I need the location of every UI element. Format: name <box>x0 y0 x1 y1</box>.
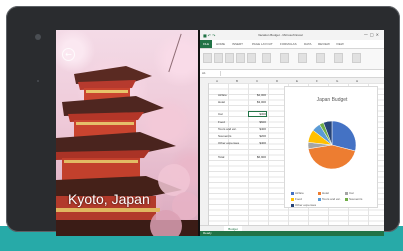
tab-view[interactable]: VIEW <box>336 42 344 46</box>
budget-value-cell[interactable]: $200 <box>248 134 266 138</box>
chart-legend: Airfare Hotel Car Food Tours and etc. Souveni… <box>291 191 375 209</box>
front-camera <box>35 34 41 40</box>
pie-chart[interactable]: Japan Budget Airfare Hotel CarFood Tours an… <box>284 86 378 208</box>
tab-insert[interactable]: INSERT <box>232 42 243 46</box>
bold-button[interactable] <box>236 53 245 63</box>
legend-label: Car <box>349 191 354 195</box>
tab-formulas[interactable]: FORMULAS <box>280 42 297 46</box>
number-format-button[interactable] <box>262 53 271 63</box>
tab-data[interactable]: DATA <box>304 42 312 46</box>
window-title: Vacation Budget - Microsoft Excel <box>258 33 303 37</box>
budget-label-cell[interactable]: Tours and etc. <box>218 127 237 131</box>
legend-swatch <box>291 203 294 207</box>
budget-label-cell[interactable]: Hotel <box>218 100 225 104</box>
tab-page-layout[interactable]: PAGE LAYOUT <box>252 42 273 46</box>
budget-label-cell[interactable]: Other expenses <box>218 141 239 145</box>
back-arrow-icon[interactable]: ← <box>62 48 75 61</box>
budget-label-cell[interactable]: Food <box>218 120 225 124</box>
legend-label: Airfare <box>295 191 304 195</box>
find-button[interactable] <box>352 53 361 63</box>
legend-item: Car <box>345 191 371 195</box>
tablet-device: ← Kyoto, Japan ■↶↷ Vacation Budget - Mic… <box>6 6 400 236</box>
delete-cells-button[interactable] <box>316 53 325 63</box>
photo-caption: Kyoto, Japan <box>68 191 150 207</box>
formula-bar[interactable]: A1 <box>200 70 384 78</box>
budget-label-cell[interactable]: Airfare <box>218 93 227 97</box>
legend-item: Airfare <box>291 191 317 195</box>
light-sensor <box>37 80 39 82</box>
selected-cell[interactable] <box>248 111 267 117</box>
budget-label-cell[interactable]: Car <box>218 112 223 116</box>
cut-button[interactable] <box>214 53 223 63</box>
budget-value-cell[interactable]: $2,000 <box>248 93 266 97</box>
name-box[interactable]: A1 <box>202 71 221 76</box>
legend-item: Souvenirs <box>345 197 371 201</box>
ribbon-toolbar <box>200 49 384 70</box>
status-text: Ready <box>203 231 212 235</box>
legend-label: Other expenses <box>295 203 317 207</box>
budget-value-cell[interactable]: $400 <box>248 127 266 131</box>
budget-value-cell[interactable]: $3,000 <box>248 100 266 104</box>
budget-value-cell[interactable]: $600 <box>248 120 266 124</box>
tab-file[interactable]: FILE <box>200 40 212 48</box>
legend-swatch <box>345 191 348 195</box>
tab-review[interactable]: REVIEW <box>318 42 330 46</box>
legend-item: Food <box>291 197 317 201</box>
legend-item: Hotel <box>318 191 344 195</box>
total-label-cell[interactable]: Total <box>218 155 224 159</box>
legend-swatch <box>291 191 294 195</box>
paste-button[interactable] <box>203 53 212 63</box>
status-bar: Ready <box>200 231 384 236</box>
insert-cells-button[interactable] <box>298 53 307 63</box>
legend-label: Food <box>295 197 302 201</box>
font-button[interactable] <box>225 53 234 63</box>
tablet-screen: ← Kyoto, Japan ■↶↷ Vacation Budget - Mic… <box>56 30 384 236</box>
legend-swatch <box>291 197 294 201</box>
sort-filter-button[interactable] <box>334 53 343 63</box>
legend-item: Other expenses <box>291 203 317 207</box>
window-controls[interactable]: —□× <box>364 32 381 37</box>
legend-label: Souvenirs <box>349 197 363 201</box>
legend-swatch <box>318 191 321 195</box>
excel-window: ■↶↷ Vacation Budget - Microsoft Excel —□… <box>200 30 384 236</box>
tab-home[interactable]: HOME <box>216 42 225 46</box>
legend-swatch <box>345 197 348 201</box>
budget-label-cell[interactable]: Souvenirs <box>218 134 231 138</box>
ribbon-tabs: FILE HOME INSERT PAGE LAYOUT FORMULAS DA… <box>200 40 384 49</box>
legend-label: Tours and etc. <box>322 197 341 201</box>
legend-item: Tours and etc. <box>318 197 344 201</box>
align-button[interactable] <box>247 53 256 63</box>
legend-label: Hotel <box>322 191 330 195</box>
total-value-cell[interactable]: $6,900 <box>248 155 266 159</box>
quick-access-toolbar[interactable]: ■↶↷ <box>203 33 216 38</box>
legend-swatch <box>318 197 321 201</box>
row-numbers <box>200 83 209 225</box>
title-bar: ■↶↷ Vacation Budget - Microsoft Excel —□… <box>200 30 384 40</box>
photo-pane[interactable]: ← Kyoto, Japan <box>56 30 198 236</box>
budget-value-cell[interactable]: $400 <box>248 141 266 145</box>
styles-button[interactable] <box>280 53 289 63</box>
